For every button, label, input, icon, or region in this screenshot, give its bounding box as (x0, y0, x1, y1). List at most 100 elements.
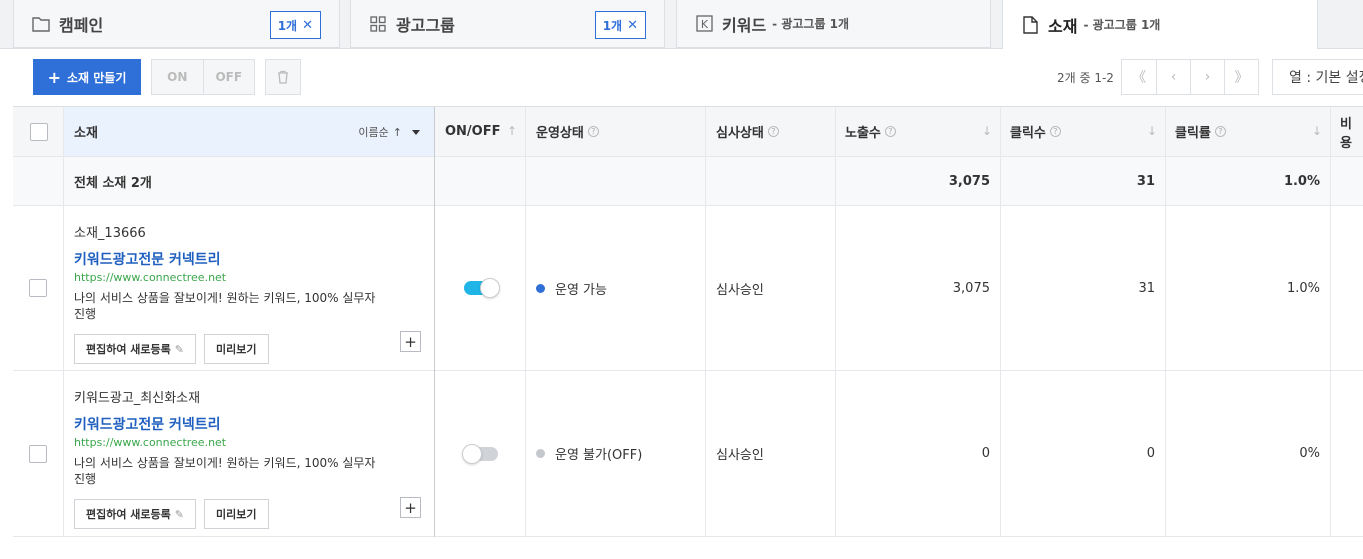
header-cost-label: 비용 (1340, 116, 1352, 151)
sort-label: 이름순 (358, 126, 389, 139)
svg-text:K: K (700, 18, 708, 31)
pagination-info: 2개 중 1-2 (1057, 71, 1114, 85)
header-run-status[interactable]: 운영상태? (536, 107, 599, 156)
onoff-toggle[interactable] (462, 443, 498, 464)
help-icon[interactable]: ? (767, 126, 779, 137)
help-icon[interactable]: ? (884, 126, 896, 137)
header-review-status[interactable]: 심사상태? (716, 107, 779, 156)
keyword-k-icon: K (695, 15, 713, 33)
column-divider (1330, 107, 1331, 537)
off-button[interactable]: OFF (202, 60, 254, 94)
header-clicks[interactable]: 클릭수? (1010, 107, 1061, 156)
review-status: 심사승인 (716, 448, 764, 463)
column-setting-dropdown[interactable]: 열 : 기본 설정 (1272, 59, 1363, 95)
header-impressions[interactable]: 노출수? (845, 107, 896, 156)
summary-ctr: 1.0% (1283, 173, 1320, 189)
preview-button[interactable]: 미리보기 (204, 334, 269, 364)
onoff-button-group: ON OFF (151, 59, 255, 95)
edit-and-register-button[interactable]: 편집하여 새로등록 ✎ (74, 334, 197, 364)
tab-ad[interactable]: 소재 - 광고그룹 1개 (1002, 0, 1318, 49)
column-divider (835, 107, 836, 537)
expand-plus-button[interactable]: + (400, 331, 421, 352)
summary-label: 전체 소재 2개 (74, 175, 152, 191)
column-divider (63, 107, 64, 537)
ad-description: 나의 서비스 상품을 잘보이게! 원하는 키워드, 100% 실무자 진행 (74, 291, 376, 321)
sort-arrow-icon[interactable]: ↑ (507, 124, 517, 138)
summary-row: 전체 소재 2개 3,075 31 1.0% (13, 157, 1363, 206)
ad-name[interactable]: 소재_13666 (74, 222, 384, 241)
header-onoff[interactable]: ON/OFF (445, 107, 501, 156)
column-divider (1000, 107, 1001, 537)
summary-clicks: 31 (1136, 173, 1155, 189)
column-divider (434, 107, 435, 537)
header-cost[interactable]: 비용 (1340, 107, 1363, 156)
ad-url: https://www.connectree.net (74, 436, 227, 449)
onoff-toggle[interactable] (464, 278, 500, 298)
header-run-status-label: 운영상태 (536, 126, 584, 141)
delete-button[interactable] (265, 59, 301, 95)
ad-name[interactable]: 키워드광고_최신화소재 (74, 387, 384, 406)
header-ad-label: 소재 (74, 126, 98, 141)
last-page-button[interactable]: 》 (1224, 60, 1258, 94)
ctr-value: 0% (1299, 446, 1320, 461)
edit-and-register-button[interactable]: 편집하여 새로등록 ✎ (74, 499, 197, 529)
header-review-status-label: 심사상태 (716, 126, 764, 141)
ad-preview: 키워드광고_최신화소재 키워드광고전문 커넥트리 https://www.con… (74, 387, 384, 529)
tab-label: 캠페인 (59, 15, 104, 35)
badge-count: 1개 (277, 18, 298, 33)
tab-adgroup[interactable]: 광고그룹 1개 ✕ (350, 0, 665, 48)
clicks-value: 31 (1138, 280, 1155, 296)
edit-label: 편집하여 새로등록 (86, 343, 171, 356)
clicks-value: 0 (1146, 446, 1155, 461)
status-dot-icon (536, 283, 545, 293)
tab-campaign[interactable]: 캠페인 1개 ✕ (13, 0, 340, 48)
close-icon[interactable]: ✕ (302, 18, 313, 33)
ad-preview: 소재_13666 키워드광고전문 커넥트리 https://www.connec… (74, 222, 384, 364)
column-divider (525, 107, 526, 537)
folder-icon (32, 15, 50, 33)
preview-button[interactable]: 미리보기 (204, 499, 269, 529)
entity-tabs: 캠페인 1개 ✕ 광고그룹 1개 ✕ K 키워드 - 광고그룹 1개 소재 - 광고… (0, 0, 1363, 49)
first-page-button[interactable]: 《 (1122, 60, 1156, 94)
help-icon[interactable]: ? (1049, 126, 1061, 137)
column-divider (705, 107, 706, 537)
plus-icon: + (404, 498, 417, 517)
header-onoff-label: ON/OFF (445, 124, 501, 139)
ad-description: 나의 서비스 상품을 잘보이게! 원하는 키워드, 100% 실무자 진행 (74, 456, 376, 486)
tab-label: 광고그룹 (396, 15, 455, 35)
header-ctr[interactable]: 클릭률? (1175, 107, 1226, 156)
sort-arrow-up-icon: ↑ (392, 125, 402, 139)
run-status: 운영 가능 (536, 206, 607, 370)
close-icon[interactable]: ✕ (627, 18, 638, 33)
adgroup-filter-badge[interactable]: 1개 ✕ (594, 11, 646, 39)
tab-keyword[interactable]: K 키워드 - 광고그룹 1개 (676, 0, 991, 48)
status-dot-icon (536, 449, 545, 458)
review-status: 심사승인 (716, 282, 764, 298)
help-icon[interactable]: ? (1214, 126, 1226, 137)
row-checkbox[interactable] (29, 444, 47, 463)
sort-arrow-icon[interactable]: ↓ (1147, 124, 1157, 138)
column-divider (1165, 107, 1166, 537)
table-row: 키워드광고_최신화소재 키워드광고전문 커넥트리 https://www.con… (13, 371, 1363, 537)
sort-arrow-icon[interactable]: ↓ (982, 124, 992, 138)
badge-count: 1개 (602, 18, 623, 33)
header-ad[interactable]: 소재 이름순 ↑ (63, 107, 434, 156)
expand-plus-button[interactable]: + (400, 497, 421, 518)
row-checkbox[interactable] (29, 279, 47, 297)
next-page-button[interactable]: › (1190, 60, 1224, 94)
create-ad-button[interactable]: + 소재 만들기 (33, 59, 141, 95)
toolbar: + 소재 만들기 ON OFF 2개 중 1-2 《 ‹ › 》 열 : 기본 … (13, 49, 1363, 106)
ad-title: 키워드광고전문 커넥트리 (74, 417, 221, 433)
sort-arrow-icon[interactable]: ↓ (1312, 124, 1322, 138)
select-all-checkbox[interactable] (30, 122, 48, 141)
pencil-icon: ✎ (174, 342, 185, 356)
prev-page-button[interactable]: ‹ (1156, 60, 1190, 94)
campaign-filter-badge[interactable]: 1개 ✕ (269, 11, 321, 39)
trash-icon (278, 70, 288, 84)
on-button[interactable]: ON (152, 60, 203, 94)
help-icon[interactable]: ? (587, 126, 599, 137)
header-impressions-label: 노출수 (845, 126, 881, 141)
header-ctr-label: 클릭률 (1175, 126, 1211, 141)
sort-by-name[interactable]: 이름순 ↑ (358, 124, 420, 140)
tab-label: 소재 (1048, 16, 1078, 36)
